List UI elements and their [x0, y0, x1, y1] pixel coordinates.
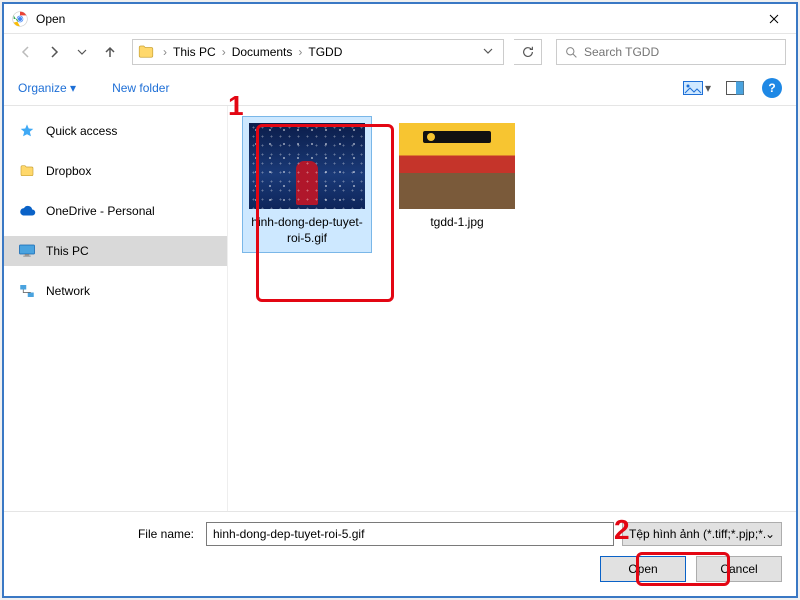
sidebar-item-label: This PC	[46, 244, 89, 258]
sidebar: Quick access Dropbox OneDrive - Personal…	[4, 106, 228, 511]
sidebar-item-label: Quick access	[46, 124, 117, 138]
filename-input[interactable]	[206, 522, 614, 546]
nav-row: › This PC › Documents › TGDD	[4, 34, 796, 70]
file-name-label: hinh-dong-dep-tuyet-roi-5.gif	[249, 215, 365, 246]
sidebar-item-label: OneDrive - Personal	[46, 204, 155, 218]
search-icon	[565, 46, 578, 59]
file-item[interactable]: tgdd-1.jpg	[392, 116, 522, 238]
sidebar-item-label: Dropbox	[46, 164, 91, 178]
button-row: Open Cancel	[18, 556, 782, 582]
organize-menu[interactable]: Organize ▾	[18, 81, 76, 95]
nav-up-button[interactable]	[98, 40, 122, 64]
address-bar[interactable]: › This PC › Documents › TGDD	[132, 39, 504, 65]
address-dropdown[interactable]	[477, 45, 499, 59]
view-mode-button[interactable]: ▾	[680, 76, 714, 100]
chrome-icon	[12, 11, 28, 27]
sidebar-item-network[interactable]: Network	[4, 276, 227, 306]
chevron-right-icon: ›	[220, 45, 228, 59]
chevron-down-icon: ⌄	[765, 527, 775, 541]
filename-row: File name: Tệp hình ảnh (*.tiff;*.pjp;*.…	[18, 522, 782, 546]
monitor-icon	[18, 242, 36, 260]
titlebar: Open	[4, 4, 796, 34]
help-button[interactable]: ?	[762, 78, 782, 98]
chevron-down-icon: ▾	[70, 81, 76, 95]
file-item[interactable]: hinh-dong-dep-tuyet-roi-5.gif	[242, 116, 372, 253]
breadcrumb-part[interactable]: This PC	[169, 45, 220, 59]
filename-label: File name:	[18, 527, 198, 541]
filetype-label: Tệp hình ảnh (*.tiff;*.pjp;*.jfif;*.g	[629, 527, 765, 541]
toolbar: Organize ▾ New folder ▾ ?	[4, 70, 796, 106]
sidebar-item-this-pc[interactable]: This PC	[4, 236, 227, 266]
search-input[interactable]	[584, 45, 777, 59]
preview-pane-button[interactable]	[718, 76, 752, 100]
bottom-panel: File name: Tệp hình ảnh (*.tiff;*.pjp;*.…	[4, 511, 796, 596]
nav-forward-button[interactable]	[42, 40, 66, 64]
dialog-body: Quick access Dropbox OneDrive - Personal…	[4, 106, 796, 511]
breadcrumb-part[interactable]: TGDD	[304, 45, 346, 59]
refresh-button[interactable]	[514, 39, 542, 65]
close-button[interactable]	[751, 4, 796, 33]
onedrive-icon	[18, 202, 36, 220]
file-thumbnail	[399, 123, 515, 209]
sidebar-item-label: Network	[46, 284, 90, 298]
search-box[interactable]	[556, 39, 786, 65]
nav-recent-dropdown[interactable]	[70, 40, 94, 64]
cancel-button[interactable]: Cancel	[696, 556, 782, 582]
open-file-dialog: Open › This PC › Documents › TGDD Orga	[2, 2, 798, 598]
file-name-label: tgdd-1.jpg	[430, 215, 483, 231]
dropbox-icon	[18, 162, 36, 180]
new-folder-button[interactable]: New folder	[112, 81, 169, 95]
dialog-title: Open	[36, 12, 751, 26]
filetype-combo[interactable]: Tệp hình ảnh (*.tiff;*.pjp;*.jfif;*.g ⌄	[622, 522, 782, 546]
sidebar-item-quick-access[interactable]: Quick access	[4, 116, 227, 146]
chevron-right-icon: ›	[296, 45, 304, 59]
network-icon	[18, 282, 36, 300]
sidebar-item-onedrive[interactable]: OneDrive - Personal	[4, 196, 227, 226]
folder-icon	[137, 43, 155, 61]
chevron-down-icon: ▾	[705, 81, 711, 95]
sidebar-item-dropbox[interactable]: Dropbox	[4, 156, 227, 186]
star-icon	[18, 122, 36, 140]
breadcrumb-part[interactable]: Documents	[228, 45, 297, 59]
file-thumbnail	[249, 123, 365, 209]
chevron-right-icon: ›	[161, 45, 169, 59]
nav-back-button[interactable]	[14, 40, 38, 64]
open-button[interactable]: Open	[600, 556, 686, 582]
file-grid: hinh-dong-dep-tuyet-roi-5.gif tgdd-1.jpg	[228, 106, 796, 511]
